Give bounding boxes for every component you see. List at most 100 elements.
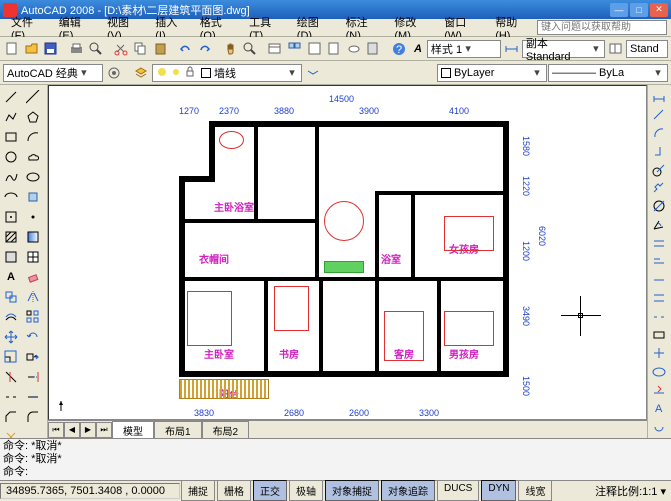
polygon-tool[interactable] (22, 107, 44, 127)
dim-space-tool[interactable] (648, 289, 670, 307)
command-window[interactable]: 命令: *取消* 命令: *取消* 命令: (0, 438, 671, 480)
region-tool[interactable] (0, 247, 22, 267)
workspace-select[interactable]: AutoCAD 经典▾ (3, 64, 103, 82)
tablestyle-button[interactable] (606, 39, 625, 59)
calc-button[interactable] (364, 39, 383, 59)
close-button[interactable]: ✕ (650, 3, 668, 17)
hatch-tool[interactable] (0, 227, 22, 247)
undo-button[interactable] (177, 39, 196, 59)
point-tool[interactable] (22, 207, 44, 227)
coordinate-display[interactable]: 34895.7365, 7501.3408 , 0.0000 (0, 483, 180, 499)
cut-button[interactable] (112, 39, 131, 59)
dimstyle-button[interactable] (502, 39, 521, 59)
status-toggle-5[interactable]: 对象追踪 (381, 480, 435, 501)
arc-tool[interactable] (22, 127, 44, 147)
revcloud-tool[interactable] (22, 147, 44, 167)
dim-diameter-tool[interactable] (648, 197, 670, 215)
status-toggle-6[interactable]: DUCS (437, 480, 479, 501)
workspace-settings-button[interactable] (104, 63, 124, 83)
tab-next[interactable]: ▶ (80, 422, 96, 438)
save-button[interactable] (42, 39, 61, 59)
color-select[interactable]: ByLayer▾ (437, 64, 547, 82)
text-style-toggle[interactable]: A (410, 43, 426, 55)
dim-baseline-tool[interactable] (648, 252, 670, 270)
ellipse-tool[interactable] (22, 167, 44, 187)
dim-break-tool[interactable] (648, 308, 670, 326)
offset-tool[interactable] (0, 307, 22, 327)
sheet-button[interactable] (325, 39, 344, 59)
preview-button[interactable] (87, 39, 106, 59)
tab-model[interactable]: 模型 (112, 421, 154, 439)
open-button[interactable] (23, 39, 42, 59)
print-button[interactable] (67, 39, 86, 59)
dim-radius-tool[interactable] (648, 161, 670, 179)
dim-linear-tool[interactable] (648, 87, 670, 105)
polyline-tool[interactable] (0, 107, 22, 127)
tolerance-tool[interactable] (648, 326, 670, 344)
dim-angular-tool[interactable] (648, 216, 670, 234)
status-toggle-0[interactable]: 捕捉 (181, 480, 215, 501)
stretch-tool[interactable] (22, 347, 44, 367)
chamfer-tool[interactable] (0, 407, 22, 427)
drawing-canvas[interactable]: 14500 1270 2370 3880 3900 4100 14500 383… (48, 85, 647, 420)
circle-tool[interactable] (0, 147, 22, 167)
dim-tedit-tool[interactable]: A (648, 399, 670, 417)
rotate-tool[interactable] (22, 327, 44, 347)
layer-manager-button[interactable] (131, 63, 151, 83)
dimstyle-select[interactable]: 副本 Standard▾ (522, 40, 606, 58)
help-button[interactable]: ? (389, 39, 408, 59)
copy-button[interactable] (132, 39, 151, 59)
status-toggle-7[interactable]: DYN (481, 480, 516, 501)
tab-prev[interactable]: ◀ (64, 422, 80, 438)
center-mark-tool[interactable] (648, 344, 670, 362)
linetype-select[interactable]: ———— ByLa▾ (548, 64, 668, 82)
status-toggle-2[interactable]: 正交 (253, 480, 287, 501)
dim-jogged-tool[interactable] (648, 179, 670, 197)
insert-tool[interactable] (22, 187, 44, 207)
text-style-select[interactable]: 样式 1▾ (427, 40, 501, 58)
table-tool[interactable] (22, 247, 44, 267)
fillet-tool[interactable] (22, 407, 44, 427)
maximize-button[interactable]: □ (630, 3, 648, 17)
status-toggle-3[interactable]: 极轴 (289, 480, 323, 501)
dim-ordinate-tool[interactable] (648, 142, 670, 160)
dim-update-tool[interactable] (648, 418, 670, 436)
tool-palette-button[interactable] (305, 39, 324, 59)
spline-tool[interactable] (0, 167, 22, 187)
markup-button[interactable] (345, 39, 364, 59)
status-toggle-4[interactable]: 对象捕捉 (325, 480, 379, 501)
line-tool[interactable] (0, 87, 22, 107)
minimize-button[interactable]: — (610, 3, 628, 17)
tab-first[interactable]: ⏮ (48, 422, 64, 438)
break-tool[interactable] (0, 387, 22, 407)
status-toggle-1[interactable]: 栅格 (217, 480, 251, 501)
inspect-tool[interactable] (648, 363, 670, 381)
extend-tool[interactable] (22, 367, 44, 387)
tablestyle-select[interactable]: Stand (626, 40, 668, 58)
mtext-tool[interactable]: A (0, 267, 22, 287)
gradient-tool[interactable] (22, 227, 44, 247)
properties-button[interactable] (266, 39, 285, 59)
dim-continue-tool[interactable] (648, 271, 670, 289)
pan-button[interactable] (221, 39, 240, 59)
redo-button[interactable] (196, 39, 215, 59)
new-button[interactable] (3, 39, 22, 59)
ellipse-arc-tool[interactable] (0, 187, 22, 207)
erase-tool[interactable] (22, 267, 44, 287)
dim-quick-tool[interactable] (648, 234, 670, 252)
design-center-button[interactable] (286, 39, 305, 59)
tab-layout1[interactable]: 布局1 (154, 421, 202, 439)
array-tool[interactable] (22, 307, 44, 327)
trim-tool[interactable] (0, 367, 22, 387)
help-search-input[interactable] (537, 20, 667, 35)
copy-tool[interactable] (0, 287, 22, 307)
xline-tool[interactable] (22, 87, 44, 107)
move-tool[interactable] (0, 327, 22, 347)
layer-select[interactable]: 墙线 ▾ (152, 64, 302, 82)
annotation-scale[interactable]: 注释比例:1:1 ▾ (590, 483, 671, 499)
layer-prev-button[interactable] (303, 63, 323, 83)
dim-aligned-tool[interactable] (648, 105, 670, 123)
tab-last[interactable]: ⏭ (96, 422, 112, 438)
scale-tool[interactable] (0, 347, 22, 367)
rectangle-tool[interactable] (0, 127, 22, 147)
